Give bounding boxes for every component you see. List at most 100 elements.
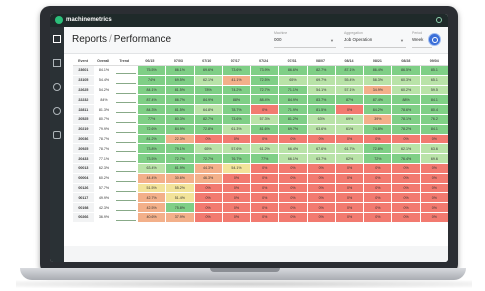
week-cell: 84.9% (165, 124, 194, 134)
table-row[interactable]: 23105 54.4% 74% 69.5% 62.1% 41.1% 72.5% 65% 69.7… (73, 75, 448, 86)
table-row[interactable]: 00013 62.3% 63.4% 81.9% 44.3% 54.1% 0% 0% 0% 0% 0%… (73, 163, 448, 174)
table-row[interactable]: 22232 84% 87.4% 86.7% 84.9% 88% 88.4% 84.9% 83.7… (73, 95, 448, 106)
table-row[interactable]: 20525 80.7% 77% 80.3% 82.7% 73.6% 57.3% 81.2% 63… (73, 114, 448, 125)
week-cell: 86.6% (278, 66, 307, 75)
week-cell: 78.7% (221, 105, 251, 114)
column-header[interactable]: 07/03 (163, 57, 192, 65)
aggregation-filter[interactable]: Aggregation Job Operation ▼ (344, 31, 406, 48)
week-cell: 0% (250, 193, 279, 203)
table-row[interactable]: 22811 81.3% 84.3% 81.5% 64.8% 78.7% 0% 71.9% 81.… (73, 105, 448, 115)
table-row[interactable]: 00198 42.3% 42.5% 75.8% 0% 0% 0% 0% 0% 0% 0% 0% 0% (73, 203, 448, 213)
week-cell: 81.6% (250, 124, 279, 134)
sparkline-line (116, 78, 137, 84)
week-cell: 62.1% (193, 75, 222, 85)
column-header[interactable]: 09/04 (419, 57, 448, 65)
column-header[interactable]: 08/07 (305, 57, 334, 65)
week-cell: 72.7% (165, 154, 194, 163)
table-row[interactable]: 20219 79.9% 72.6% 84.9% 72.8% 61.3% 81.6% 69.7%… (73, 124, 448, 135)
column-header[interactable]: 07/24 (248, 57, 277, 65)
week-cell: 72.7% (250, 85, 279, 95)
table-row[interactable]: 00126 57.7% 51.5% 55.2% 0% 0% 0% 0% 0% 0% 0% 0% 0% (73, 183, 448, 194)
week-cell: 0% (250, 163, 279, 173)
sparkline-line (116, 146, 137, 153)
trend-sparkline (114, 134, 137, 144)
table-row[interactable]: 00266 36.9% 40.6% 37.9% 0% 0% 0% 0% 0% 0% 0% 0% 0% (73, 212, 448, 223)
week-cell: 0% (391, 203, 420, 212)
event-cell: 22232 (73, 95, 94, 105)
week-cell: 0% (391, 134, 420, 144)
filter-value: 000 (274, 37, 282, 42)
week-cell: 0% (278, 212, 307, 222)
performance-table: Event Overall Trend 06/15 07/03 07/10 07/17 07/… (73, 57, 448, 223)
week-cell: 76.2 (419, 114, 448, 124)
column-header[interactable]: 07/31 (277, 57, 305, 65)
table-row[interactable]: 22625 54.2% 84.1% 81.5% 78% 74.2% 72.7% 71.1% 54… (73, 85, 448, 96)
chat-nav-icon[interactable] (53, 131, 61, 139)
week-cell: 0% (221, 134, 251, 144)
week-cell: 0% (250, 212, 279, 222)
column-header[interactable]: Event (73, 57, 94, 65)
laptop-notch (210, 268, 280, 272)
filter-label: Machine (274, 31, 288, 35)
column-header[interactable]: 08/28 (391, 57, 419, 65)
week-cell: 69% (334, 114, 364, 124)
chevron-down-icon: ▼ (400, 38, 404, 43)
bell-nav-icon[interactable] (53, 83, 61, 91)
week-cell: 0% (419, 193, 448, 203)
week-cell: 72.8% (193, 124, 222, 134)
overall-cell: 62.3% (93, 163, 115, 173)
column-header[interactable]: Overall (93, 57, 113, 65)
sparkline-line (116, 107, 137, 114)
event-cell: 23601 (73, 66, 94, 75)
week-cell: 41.1% (221, 75, 251, 85)
week-cell: 78.6% (391, 105, 420, 114)
column-header[interactable]: 08/21 (362, 57, 391, 65)
week-cell: 54.1% (306, 85, 335, 95)
week-cell: 0% (334, 203, 364, 212)
week-cell: 83.7% (306, 95, 335, 105)
column-header[interactable]: 08/14 (334, 57, 362, 65)
column-header[interactable]: Trend (113, 57, 136, 65)
brand[interactable]: machinemetrics (55, 16, 112, 24)
week-cell: 78% (193, 85, 222, 95)
table-row[interactable]: 00117 49.9% 42.7% 51.4% 0% 0% 0% 0% 0% 0% 0% 0% 0% (73, 193, 448, 204)
table-row[interactable]: 20925 78.7% 73.8% 79.1% 65% 57.6% 61.2% 66.4% 67… (73, 144, 448, 155)
table-row[interactable]: 20433 77.1% 73.5% 72.7% 72.7% 76.7% 77% 66.1% 63… (73, 154, 448, 164)
week-cell: 0% (306, 163, 335, 173)
week-cell: 57.1% (334, 85, 364, 95)
week-cell: 73.8% (136, 144, 166, 154)
week-cell: 65% (278, 75, 307, 85)
refresh-button[interactable] (428, 33, 441, 46)
column-header[interactable]: 07/10 (192, 57, 220, 65)
sparkline-line (116, 215, 137, 221)
table-row[interactable]: 00004 60.2% 44.4% 30.6% 46.3% 0% 0% 0% 0% 0% 0% 0% 0… (73, 173, 448, 184)
overall-cell: 49.9% (93, 193, 115, 203)
column-header[interactable]: 06/15 (135, 57, 163, 65)
overall-cell: 80.7% (93, 114, 115, 124)
table-row[interactable]: 20036 78.7% 81.2% 22.3% 0% 0% 0% 0% 0% 0% 0% 0% 0% (73, 134, 448, 145)
week-cell: 81.2% (278, 114, 307, 124)
breadcrumb-reports[interactable]: Reports (72, 34, 107, 45)
machine-filter[interactable]: Machine 000 ▼ (274, 31, 336, 48)
week-cell: 0% (363, 203, 392, 212)
table-row[interactable]: 23601 84.1% 75.5% 86.1% 69.6% 73.6% 73.9% 86.6%… (73, 66, 448, 76)
chart-nav-icon[interactable] (53, 59, 61, 67)
reports-nav-icon[interactable] (53, 35, 61, 43)
week-cell: 57.6% (221, 144, 251, 154)
column-header[interactable]: 07/17 (220, 57, 249, 65)
trend-sparkline (114, 173, 137, 183)
app-window: machinemetrics Reports / Performance Machi… (50, 14, 448, 262)
week-cell: 72.6% (136, 124, 166, 134)
sparkline-line (116, 117, 137, 123)
week-cell: 88.4% (250, 95, 279, 105)
week-cell: 79.1% (165, 144, 194, 154)
week-cell: 80.3% (165, 114, 194, 124)
week-cell: 61.3% (221, 124, 251, 134)
user-icon[interactable] (436, 17, 442, 23)
week-cell: 87% (334, 95, 364, 105)
week-cell: 40.6% (136, 212, 166, 222)
week-cell: 0% (391, 163, 420, 173)
info-nav-icon[interactable] (53, 107, 61, 115)
week-cell: 65.1 (419, 75, 448, 85)
week-cell: 0% (334, 163, 364, 173)
